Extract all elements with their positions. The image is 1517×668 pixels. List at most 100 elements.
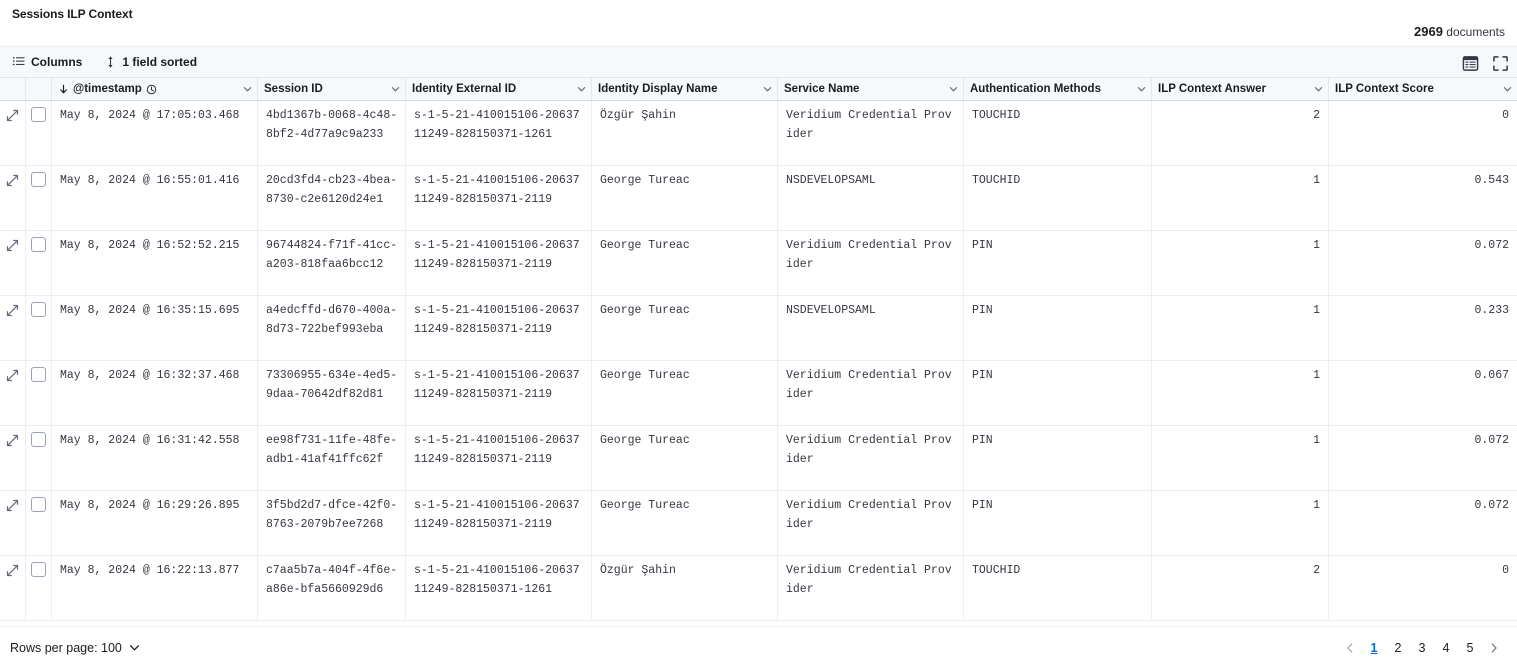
grid-header-row: @timestamp Session ID Identity [0,78,1517,101]
cell-session-id: 96744824-f71f-41cc-a203-818faa6bcc12 [258,231,406,295]
column-header-authentication-methods[interactable]: Authentication Methods [964,78,1152,100]
cell-identity-external-id: s-1-5-21-410015106-2063711249-828150371-… [406,296,592,360]
chevron-down-icon [128,641,141,654]
column-header-label: @timestamp [73,83,142,95]
column-header-ilp-context-answer[interactable]: ILP Context Answer [1152,78,1329,100]
table-row: May 8, 2024 @ 16:31:42.558ee98f731-11fe-… [0,426,1517,491]
sort-fields-label: 1 field sorted [122,55,197,69]
cell-timestamp: May 8, 2024 @ 16:32:37.468 [52,361,258,425]
cell-identity-external-id: s-1-5-21-410015106-2063711249-828150371-… [406,426,592,490]
cell-ilp-context-score: 0 [1329,556,1517,620]
pagination-page-button[interactable]: 1 [1363,637,1385,659]
column-header-session-id[interactable]: Session ID [258,78,406,100]
columns-button[interactable]: Columns [8,53,86,71]
chevron-down-icon[interactable] [576,84,587,95]
cell-identity-display-name: George Tureac [592,491,778,555]
cell-authentication-methods: PIN [964,296,1152,360]
row-checkbox[interactable] [31,497,46,512]
sort-fields-button[interactable]: 1 field sorted [100,53,201,71]
rows-per-page-label: Rows per page: 100 [10,641,122,655]
row-checkbox[interactable] [31,432,46,447]
expand-row-button[interactable] [0,231,26,295]
table-row: May 8, 2024 @ 16:52:52.21596744824-f71f-… [0,231,1517,296]
row-select-cell [26,166,52,230]
column-header-ilp-context-score[interactable]: ILP Context Score [1329,78,1517,100]
pagination-page-button[interactable]: 2 [1387,637,1409,659]
pagination-page-button[interactable]: 3 [1411,637,1433,659]
cell-identity-display-name: George Tureac [592,361,778,425]
header-select-column [26,78,52,100]
cell-service-name: Veridium Credential Provider [778,231,964,295]
row-select-cell [26,361,52,425]
chevron-down-icon[interactable] [1136,84,1147,95]
expand-row-button[interactable] [0,361,26,425]
pagination-next-button[interactable] [1483,637,1505,659]
expand-row-button[interactable] [0,166,26,230]
expand-icon [6,434,19,447]
row-checkbox[interactable] [31,237,46,252]
document-count-row: 2969 documents [0,24,1517,46]
rows-per-page-selector[interactable]: Rows per page: 100 [10,641,141,655]
cell-identity-display-name: George Tureac [592,231,778,295]
cell-authentication-methods: PIN [964,491,1152,555]
pagination: 12345 [1339,637,1505,659]
expand-icon [6,564,19,577]
cell-service-name: NSDEVELOPSAML [778,296,964,360]
column-header-identity-display-name[interactable]: Identity Display Name [592,78,778,100]
cell-ilp-context-score: 0.072 [1329,231,1517,295]
pagination-page-button[interactable]: 5 [1459,637,1481,659]
expand-row-button[interactable] [0,556,26,620]
cell-authentication-methods: PIN [964,361,1152,425]
expand-row-button[interactable] [0,491,26,555]
expand-row-button[interactable] [0,426,26,490]
pagination-prev-button[interactable] [1339,637,1361,659]
document-count-value: 2969 [1414,24,1443,39]
cell-identity-display-name: Özgür Şahin [592,556,778,620]
cell-service-name: Veridium Credential Provider [778,426,964,490]
chevron-down-icon[interactable] [1313,84,1324,95]
row-checkbox[interactable] [31,562,46,577]
table-row: May 8, 2024 @ 16:29:26.8953f5bd2d7-dfce-… [0,491,1517,556]
chevron-down-icon[interactable] [1502,84,1513,95]
grid-body: May 8, 2024 @ 17:05:03.4684bd1367b-0068-… [0,101,1517,621]
cell-ilp-context-answer: 2 [1152,101,1329,165]
expand-icon [6,304,19,317]
chevron-down-icon[interactable] [242,84,253,95]
chevron-down-icon[interactable] [762,84,773,95]
cell-ilp-context-score: 0.543 [1329,166,1517,230]
expand-row-button[interactable] [0,296,26,360]
column-header-identity-external-id[interactable]: Identity External ID [406,78,592,100]
column-header-label: ILP Context Answer [1158,83,1266,95]
cell-ilp-context-score: 0.067 [1329,361,1517,425]
expand-icon [6,174,19,187]
column-header-timestamp[interactable]: @timestamp [52,78,258,100]
row-select-cell [26,556,52,620]
cell-ilp-context-score: 0.072 [1329,491,1517,555]
table-row: May 8, 2024 @ 16:55:01.41620cd3fd4-cb23-… [0,166,1517,231]
chevron-down-icon[interactable] [948,84,959,95]
cell-session-id: a4edcffd-d670-400a-8d73-722bef993eba [258,296,406,360]
table-density-icon[interactable] [1461,54,1479,72]
column-header-service-name[interactable]: Service Name [778,78,964,100]
pagination-page-button[interactable]: 4 [1435,637,1457,659]
row-checkbox[interactable] [31,302,46,317]
chevron-down-icon[interactable] [390,84,401,95]
fullscreen-icon[interactable] [1491,54,1509,72]
grid-toolbar: Columns 1 field sorted [0,46,1517,78]
cell-service-name: Veridium Credential Provider [778,101,964,165]
cell-identity-external-id: s-1-5-21-410015106-2063711249-828150371-… [406,101,592,165]
cell-identity-external-id: s-1-5-21-410015106-2063711249-828150371-… [406,556,592,620]
expand-row-button[interactable] [0,101,26,165]
data-grid-panel: Sessions ILP Context 2969 documents Colu… [0,0,1517,668]
column-header-label: Identity External ID [412,83,516,95]
cell-ilp-context-answer: 1 [1152,361,1329,425]
row-checkbox[interactable] [31,107,46,122]
cell-authentication-methods: TOUCHID [964,556,1152,620]
cell-identity-external-id: s-1-5-21-410015106-2063711249-828150371-… [406,166,592,230]
grid-footer: Rows per page: 100 12345 [0,626,1517,668]
row-checkbox[interactable] [31,172,46,187]
toolbar-right-actions [1461,47,1509,79]
row-checkbox[interactable] [31,367,46,382]
page-title: Sessions ILP Context [12,7,132,21]
sort-updown-icon [104,55,117,69]
